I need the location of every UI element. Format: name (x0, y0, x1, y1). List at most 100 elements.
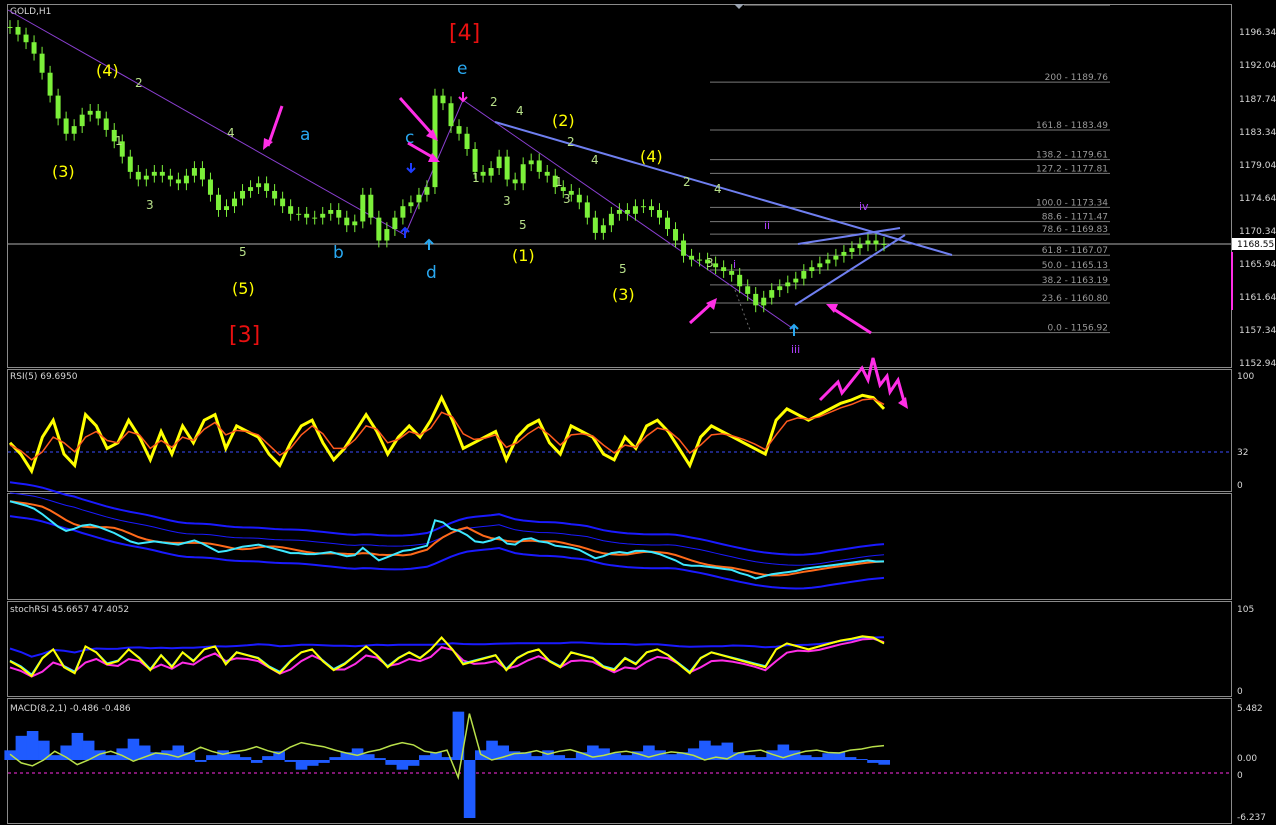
fib-level-label: 38.2 - 1163.19 (1042, 276, 1108, 286)
price-tick: 1183.34 (1239, 128, 1276, 138)
candle-body (576, 194, 582, 203)
wave-label-blue: b (333, 243, 344, 263)
stoch-title: stochRSI 45.6657 47.4052 (10, 605, 129, 615)
candle-body (31, 42, 37, 54)
scroll-marker-icon[interactable] (734, 4, 744, 9)
candle-body (95, 110, 101, 119)
candle-body (320, 213, 326, 218)
price-tick: 1165.94 (1239, 260, 1276, 270)
candle-body (841, 251, 847, 256)
candle-body (63, 118, 69, 134)
candle-body (215, 194, 221, 211)
candle-body (47, 72, 53, 96)
candle-body (127, 156, 133, 172)
rsi-title: RSI(5) 69.6950 (10, 372, 78, 382)
fib-level-label: 200 - 1189.76 (1045, 73, 1109, 83)
inner-band-line (9, 492, 885, 566)
magenta-arrow (266, 105, 284, 147)
candle-body (673, 229, 679, 241)
candle-body (488, 168, 494, 176)
wave-label-yellow: (2) (552, 111, 575, 130)
main-title: GOLD,H1 (10, 7, 51, 17)
candle-body (849, 248, 855, 252)
macd-histogram-bar (94, 750, 106, 760)
macd-histogram-bar (418, 755, 431, 760)
wave-label-yellow: (5) (232, 279, 255, 298)
wave-label-green: 2 (567, 135, 575, 149)
macd-histogram-bar (385, 760, 397, 765)
candle-body (681, 240, 687, 256)
candle-body (640, 206, 646, 208)
bands-panel[interactable] (7, 493, 1232, 600)
candle-body (737, 274, 743, 287)
wave-label-purple: ii (764, 219, 770, 232)
macd-histogram-bar (206, 755, 218, 760)
candle-body (336, 210, 342, 218)
main-price-panel[interactable] (7, 4, 1232, 368)
macd-histogram-bar (105, 755, 117, 760)
wave-label-yellow: (1) (512, 246, 535, 265)
candle-body (793, 278, 799, 283)
candle-body (520, 164, 526, 184)
wave-label-green: 3 (503, 194, 511, 208)
candle-body (665, 217, 671, 230)
candle-body (183, 175, 189, 184)
fib-level-label: 100.0 - 1173.34 (1036, 198, 1108, 208)
macd-histogram-bar (486, 740, 498, 760)
magenta-arrow (407, 141, 435, 160)
macd-histogram-bar (239, 757, 252, 760)
macd-histogram-bar (867, 760, 879, 763)
wave-label-green: 4 (714, 182, 722, 196)
stoch-tick: 0 (1237, 687, 1243, 697)
wave-labels: [4] [3] (4) (3) (5) (2) (1) (4) (3) a b … (52, 21, 869, 356)
wave-label-purple: i (733, 258, 736, 271)
candle-body (304, 213, 310, 218)
macd-indicator (4, 711, 891, 819)
candle-body (584, 202, 590, 218)
macd-histogram-bar (194, 760, 207, 762)
up-arrow-icon (424, 238, 434, 250)
stoch-tick: 105 (1237, 605, 1254, 615)
candle-body (648, 206, 654, 211)
candle-body (592, 217, 598, 233)
candle-body (400, 206, 406, 218)
price-tick: 1161.64 (1239, 293, 1276, 303)
stochrsi-panel[interactable] (7, 601, 1232, 697)
wave-label-yellow: (4) (96, 61, 119, 80)
candle-body (608, 213, 614, 226)
macd-panel[interactable] (7, 698, 1232, 824)
candle-body (135, 171, 141, 180)
magenta-arrow (688, 301, 714, 325)
candle-body (151, 171, 157, 176)
macd-histogram-bar (755, 757, 767, 760)
macd-tick: -6.237 (1237, 813, 1266, 823)
candle-body (833, 255, 839, 260)
magenta-arrow (831, 306, 872, 335)
price-tick: 1192.04 (1239, 61, 1276, 71)
candle-body (785, 282, 791, 287)
macd-histogram-bar (250, 760, 263, 763)
candle-body (39, 53, 45, 73)
macd-histogram-bar (26, 730, 39, 760)
macd-histogram-bar (620, 755, 633, 760)
wave-label-green: 5 (619, 262, 627, 276)
candle-body (79, 114, 85, 127)
trend-lines (7, 9, 953, 331)
candle-body (328, 210, 334, 214)
macd-histogram-bar (127, 738, 140, 760)
rsi-panel[interactable] (7, 369, 1232, 492)
macd-histogram-bar (508, 751, 521, 760)
chart-window: GOLD,H1 RSI(5) 69.6950 stochRSI 45.6657 … (4, 4, 1276, 824)
candle-body (881, 243, 887, 245)
moving-average-line (9, 500, 885, 577)
annotation-arrows (263, 92, 908, 409)
candle-body (55, 95, 61, 119)
price-tick: 1196.34 (1239, 28, 1276, 38)
candle-body (240, 190, 246, 199)
fib-level-label: 23.6 - 1160.80 (1042, 294, 1108, 304)
candle-body (825, 259, 831, 264)
candle-body (424, 187, 430, 195)
rsi-indicator (8, 393, 886, 475)
wave-label-purple: iv (859, 200, 869, 213)
macd-histogram-bar (71, 732, 84, 760)
